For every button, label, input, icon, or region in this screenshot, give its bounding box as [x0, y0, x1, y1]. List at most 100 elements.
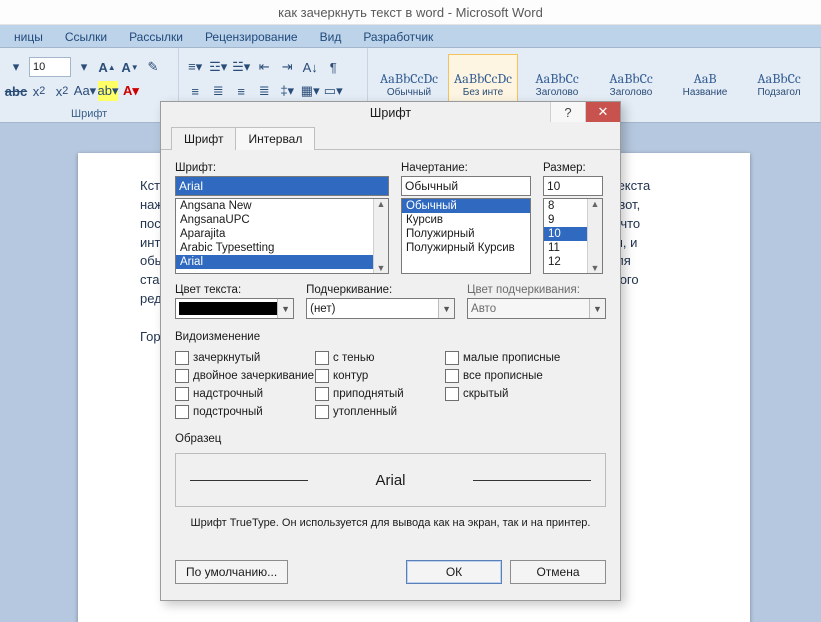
subscript-icon[interactable]: x2: [29, 81, 49, 101]
check-super[interactable]: надстрочный: [175, 387, 315, 401]
highlight-icon[interactable]: ab▾: [98, 81, 118, 101]
show-marks-icon[interactable]: ¶: [323, 57, 343, 77]
ribbon-tab[interactable]: Вид: [310, 27, 352, 47]
check-smallcaps[interactable]: малые прописные: [445, 351, 595, 365]
label-font: Шрифт:: [175, 162, 389, 174]
check-label: подстрочный: [193, 406, 263, 418]
preview-hint: Шрифт TrueType. Он используется для выво…: [175, 517, 606, 529]
list-item[interactable]: Arabic Typesetting: [176, 241, 388, 255]
list-item[interactable]: Курсив: [402, 213, 530, 227]
font-color-combo[interactable]: ▼: [175, 298, 294, 319]
list-item[interactable]: Обычный: [402, 199, 530, 213]
cancel-button[interactable]: Отмена: [510, 560, 606, 584]
check-label: все прописные: [463, 370, 543, 382]
chevron-up-icon: ▲: [377, 199, 386, 209]
check-emboss[interactable]: приподнятый: [315, 387, 445, 401]
font-dropdown-arrow-icon[interactable]: ▾: [6, 57, 26, 77]
label-size: Размер:: [543, 162, 603, 174]
font-size-input[interactable]: 10: [543, 176, 603, 196]
chevron-up-icon: ▲: [591, 199, 600, 209]
list-item[interactable]: Arial: [176, 255, 388, 269]
check-label: скрытый: [463, 388, 508, 400]
list-item[interactable]: Angsana New: [176, 199, 388, 213]
list-item[interactable]: Полужирный Курсив: [402, 241, 530, 255]
line-spacing-icon[interactable]: ‡▾: [277, 81, 297, 101]
check-label: утопленный: [333, 406, 397, 418]
font-color-icon[interactable]: A▾: [121, 81, 141, 101]
check-label: зачеркнутый: [193, 352, 260, 364]
preview-box: Arial: [175, 453, 606, 507]
align-right-icon[interactable]: ≡: [231, 81, 251, 101]
check-label: приподнятый: [333, 388, 404, 400]
effects-grid: зачеркнутый с тенью малые прописные двой…: [175, 351, 606, 419]
ribbon-tabstrip: ницы Ссылки Рассылки Рецензирование Вид …: [0, 25, 821, 48]
chevron-down-icon: ▼: [591, 263, 600, 273]
check-hidden[interactable]: скрытый: [445, 387, 595, 401]
scrollbar[interactable]: ▲▼: [587, 199, 602, 273]
ok-button[interactable]: ОК: [406, 560, 502, 584]
align-center-icon[interactable]: ≣: [208, 81, 228, 101]
label-preview: Образец: [175, 433, 606, 445]
style-listbox[interactable]: ОбычныйКурсивПолужирныйПолужирный Курсив: [401, 198, 531, 274]
font-name-input[interactable]: Arial: [175, 176, 389, 196]
change-case-icon[interactable]: Aa▾: [75, 81, 95, 101]
font-style-input[interactable]: Обычный: [401, 176, 531, 196]
tab-font[interactable]: Шрифт: [171, 127, 236, 150]
indent-icon[interactable]: ⇥: [277, 57, 297, 77]
font-dialog: Шрифт ? ✕ Шрифт Интервал Шрифт: Arial An…: [160, 101, 621, 601]
check-dstrike[interactable]: двойное зачеркивание: [175, 369, 315, 383]
borders-icon[interactable]: ▭▾: [323, 81, 343, 101]
clear-format-icon[interactable]: ✎: [143, 57, 163, 77]
default-button[interactable]: По умолчанию...: [175, 560, 288, 584]
ribbon-tab[interactable]: Рецензирование: [195, 27, 308, 47]
style-item[interactable]: AaBbCcПодзагол: [744, 54, 814, 114]
style-item[interactable]: AaBНазвание: [670, 54, 740, 114]
ribbon-tab[interactable]: ницы: [4, 27, 53, 47]
ribbon-group-label: Шрифт: [6, 108, 172, 122]
sort-icon[interactable]: A↓: [300, 57, 320, 77]
multilevel-icon[interactable]: ☱▾: [231, 57, 251, 77]
check-strike[interactable]: зачеркнутый: [175, 351, 315, 365]
underline-value: (нет): [310, 303, 335, 315]
check-label: с тенью: [333, 352, 374, 364]
help-button[interactable]: ?: [550, 102, 585, 122]
dialog-tabs: Шрифт Интервал: [161, 124, 620, 150]
check-sub[interactable]: подстрочный: [175, 405, 315, 419]
check-allcaps[interactable]: все прописные: [445, 369, 595, 383]
chevron-down-icon: ▼: [589, 299, 605, 318]
check-shadow[interactable]: с тенью: [315, 351, 445, 365]
chevron-down-icon: ▼: [277, 299, 293, 318]
bullets-icon[interactable]: ≡▾: [185, 57, 205, 77]
shrink-font-icon[interactable]: A▼: [120, 57, 140, 77]
check-label: малые прописные: [463, 352, 560, 364]
check-engrave[interactable]: утопленный: [315, 405, 445, 419]
underline-combo[interactable]: (нет) ▼: [306, 298, 455, 319]
size-listbox[interactable]: 89101112▲▼: [543, 198, 603, 274]
check-outline[interactable]: контур: [315, 369, 445, 383]
font-listbox[interactable]: Angsana NewAngsanaUPCAparajitaArabic Typ…: [175, 198, 389, 274]
superscript-icon[interactable]: x2: [52, 81, 72, 101]
scrollbar[interactable]: ▲▼: [373, 199, 388, 273]
font-size-box[interactable]: 10: [29, 57, 71, 77]
close-icon: ✕: [598, 104, 609, 120]
check-label: надстрочный: [193, 388, 263, 400]
numbering-icon[interactable]: ☲▾: [208, 57, 228, 77]
align-left-icon[interactable]: ≡: [185, 81, 205, 101]
strike-icon[interactable]: abc: [6, 81, 26, 101]
font-size-arrow-icon[interactable]: ▾: [74, 57, 94, 77]
justify-icon[interactable]: ≣: [254, 81, 274, 101]
outdent-icon[interactable]: ⇤: [254, 57, 274, 77]
close-button[interactable]: ✕: [585, 102, 620, 122]
list-item[interactable]: AngsanaUPC: [176, 213, 388, 227]
ribbon-tab[interactable]: Рассылки: [119, 27, 193, 47]
window-title: как зачеркнуть текст в word - Microsoft …: [0, 0, 821, 25]
label-underline-color: Цвет подчеркивания:: [467, 284, 606, 296]
list-item[interactable]: Полужирный: [402, 227, 530, 241]
shading-icon[interactable]: ▦▾: [300, 81, 320, 101]
underline-color-combo: Авто ▼: [467, 298, 606, 319]
list-item[interactable]: Aparajita: [176, 227, 388, 241]
ribbon-tab[interactable]: Ссылки: [55, 27, 117, 47]
grow-font-icon[interactable]: A▲: [97, 57, 117, 77]
tab-spacing[interactable]: Интервал: [235, 127, 315, 150]
ribbon-tab[interactable]: Разработчик: [353, 27, 443, 47]
